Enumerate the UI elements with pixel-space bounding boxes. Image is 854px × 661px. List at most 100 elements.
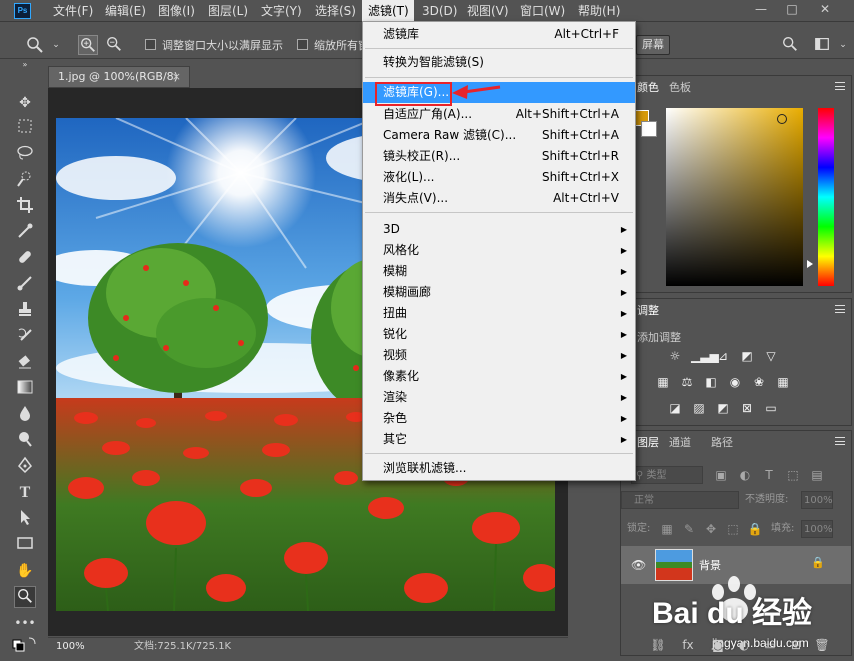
- menu-view[interactable]: 视图(V): [465, 0, 511, 22]
- color-balance-icon[interactable]: ⚖: [679, 375, 695, 389]
- zoom-in-icon[interactable]: [78, 35, 98, 55]
- menu-item-distort[interactable]: 扭曲 ▶: [363, 303, 635, 324]
- menu-select[interactable]: 选择(S): [313, 0, 358, 22]
- fill-screen-button[interactable]: 屏幕: [636, 35, 670, 55]
- menu-item-render[interactable]: 渲染 ▶: [363, 387, 635, 408]
- new-group-icon[interactable]: ▭: [762, 638, 778, 652]
- zoom-tool-icon[interactable]: [14, 586, 36, 608]
- lasso-tool-icon[interactable]: [14, 144, 36, 166]
- healing-brush-tool-icon[interactable]: [14, 248, 36, 270]
- workspace-chevron-icon[interactable]: ⌄: [833, 35, 853, 55]
- brush-tool-icon[interactable]: [14, 274, 36, 296]
- menu-item-browse-online[interactable]: 浏览联机滤镜...: [363, 458, 635, 479]
- dodge-tool-icon[interactable]: [14, 430, 36, 452]
- swap-colors-icon[interactable]: [10, 634, 40, 656]
- filter-type-icon[interactable]: T: [761, 468, 777, 482]
- menu-item-pixelate[interactable]: 像素化 ▶: [363, 366, 635, 387]
- lock-transparent-icon[interactable]: ▦: [659, 522, 675, 536]
- new-layer-icon[interactable]: ⊞: [788, 638, 804, 652]
- gradient-tool-icon[interactable]: [14, 378, 36, 400]
- selective-color-icon[interactable]: ⊠: [739, 401, 755, 415]
- lock-all-icon[interactable]: 🔒: [747, 522, 763, 536]
- zoom-out-icon[interactable]: [104, 35, 124, 55]
- lock-position-icon[interactable]: ✥: [703, 522, 719, 536]
- menu-type[interactable]: 文字(Y): [259, 0, 304, 22]
- menu-item-blur[interactable]: 模糊 ▶: [363, 261, 635, 282]
- clone-stamp-tool-icon[interactable]: [14, 300, 36, 322]
- menu-3d[interactable]: 3D(D): [420, 0, 459, 22]
- menu-item-adaptive-wide-angle[interactable]: 自适应广角(A)... Alt+Shift+Ctrl+A: [363, 104, 635, 125]
- history-brush-tool-icon[interactable]: [14, 326, 36, 348]
- menu-item-noise[interactable]: 杂色 ▶: [363, 408, 635, 429]
- menu-item-last-filter[interactable]: 滤镜库 Alt+Ctrl+F: [363, 24, 635, 45]
- quick-selection-tool-icon[interactable]: [14, 170, 36, 192]
- zoom-tool-preset-icon[interactable]: [25, 35, 45, 55]
- photo-filter-icon[interactable]: ◉: [727, 375, 743, 389]
- tab-layers[interactable]: 图层: [637, 431, 659, 455]
- color-picker-cursor[interactable]: [777, 114, 787, 124]
- filter-smart-object-icon[interactable]: ▤: [809, 468, 825, 482]
- path-selection-tool-icon[interactable]: [14, 508, 36, 530]
- search-icon[interactable]: [780, 35, 800, 55]
- opacity-input[interactable]: 100%: [801, 491, 833, 509]
- zoom-level[interactable]: 100%: [56, 638, 85, 655]
- close-icon[interactable]: ✕: [816, 2, 834, 16]
- workspace-icon[interactable]: [812, 35, 832, 55]
- document-tab[interactable]: 1.jpg @ 100%(RGB/8) ×: [48, 66, 190, 88]
- menu-item-lens-correction[interactable]: 镜头校正(R)... Shift+Ctrl+R: [363, 146, 635, 167]
- menu-image[interactable]: 图像(I): [156, 0, 197, 22]
- menu-item-convert-smart-filter[interactable]: 转换为智能滤镜(S): [363, 52, 635, 73]
- hue-slider-handle[interactable]: [807, 260, 813, 268]
- tab-swatches[interactable]: 色板: [669, 76, 691, 100]
- layer-style-icon[interactable]: fx: [680, 638, 696, 652]
- menu-help[interactable]: 帮助(H): [576, 0, 622, 22]
- minimize-icon[interactable]: —: [752, 2, 770, 16]
- menu-edit[interactable]: 编辑(E): [103, 0, 148, 22]
- black-white-icon[interactable]: ◧: [703, 375, 719, 389]
- lock-image-icon[interactable]: ✎: [681, 522, 697, 536]
- resize-windows-checkbox[interactable]: [145, 39, 156, 50]
- color-lookup-icon[interactable]: ▦: [775, 375, 791, 389]
- tab-channels[interactable]: 通道: [669, 431, 691, 455]
- more-tools-icon[interactable]: •••: [14, 612, 36, 634]
- color-picker-field[interactable]: [666, 108, 803, 286]
- channel-mixer-icon[interactable]: ❀: [751, 375, 767, 389]
- blur-tool-icon[interactable]: [14, 404, 36, 426]
- invert-icon[interactable]: ◪: [667, 401, 683, 415]
- menu-item-video[interactable]: 视频 ▶: [363, 345, 635, 366]
- filter-adjustment-icon[interactable]: ◐: [737, 468, 753, 482]
- threshold-icon[interactable]: ◩: [715, 401, 731, 415]
- background-color-swatch[interactable]: [641, 121, 657, 137]
- gradient-map-icon[interactable]: ▭: [763, 401, 779, 415]
- menu-filter[interactable]: 滤镜(T): [362, 0, 414, 22]
- eraser-tool-icon[interactable]: [14, 352, 36, 374]
- pen-tool-icon[interactable]: [14, 456, 36, 478]
- filter-shape-icon[interactable]: ⬚: [785, 468, 801, 482]
- posterize-icon[interactable]: ▨: [691, 401, 707, 415]
- tab-adjustments[interactable]: 调整: [637, 299, 659, 323]
- menu-item-blur-gallery[interactable]: 模糊画廊 ▶: [363, 282, 635, 303]
- fill-input[interactable]: 100%: [801, 520, 833, 538]
- tab-color[interactable]: 颜色: [637, 76, 659, 100]
- menu-item-vanishing-point[interactable]: 消失点(V)... Alt+Ctrl+V: [363, 188, 635, 209]
- exposure-icon[interactable]: ◩: [739, 349, 755, 363]
- collapse-arrows-icon[interactable]: »: [14, 60, 36, 70]
- menu-item-camera-raw[interactable]: Camera Raw 滤镜(C)... Shift+Ctrl+A: [363, 125, 635, 146]
- brightness-contrast-icon[interactable]: ☼: [667, 349, 683, 363]
- eyedropper-tool-icon[interactable]: [14, 222, 36, 244]
- panel-menu-icon[interactable]: [835, 437, 845, 445]
- menu-item-other[interactable]: 其它 ▶: [363, 429, 635, 450]
- layer-kind-filter[interactable]: ⚲ 类型: [631, 466, 703, 484]
- menu-item-sharpen[interactable]: 锐化 ▶: [363, 324, 635, 345]
- panel-menu-icon[interactable]: [835, 305, 845, 313]
- type-tool-icon[interactable]: T: [14, 482, 36, 504]
- visibility-eye-icon[interactable]: 👁: [631, 558, 646, 572]
- marquee-tool-icon[interactable]: [14, 118, 36, 140]
- filter-pixel-icon[interactable]: ▣: [713, 468, 729, 482]
- delete-layer-icon[interactable]: 🗑: [814, 638, 830, 652]
- hue-slider[interactable]: [818, 108, 834, 286]
- rectangle-tool-icon[interactable]: [14, 534, 36, 556]
- panel-menu-icon[interactable]: [835, 82, 845, 90]
- link-layers-icon[interactable]: ⛓: [650, 638, 666, 652]
- hand-tool-icon[interactable]: ✋: [14, 560, 36, 582]
